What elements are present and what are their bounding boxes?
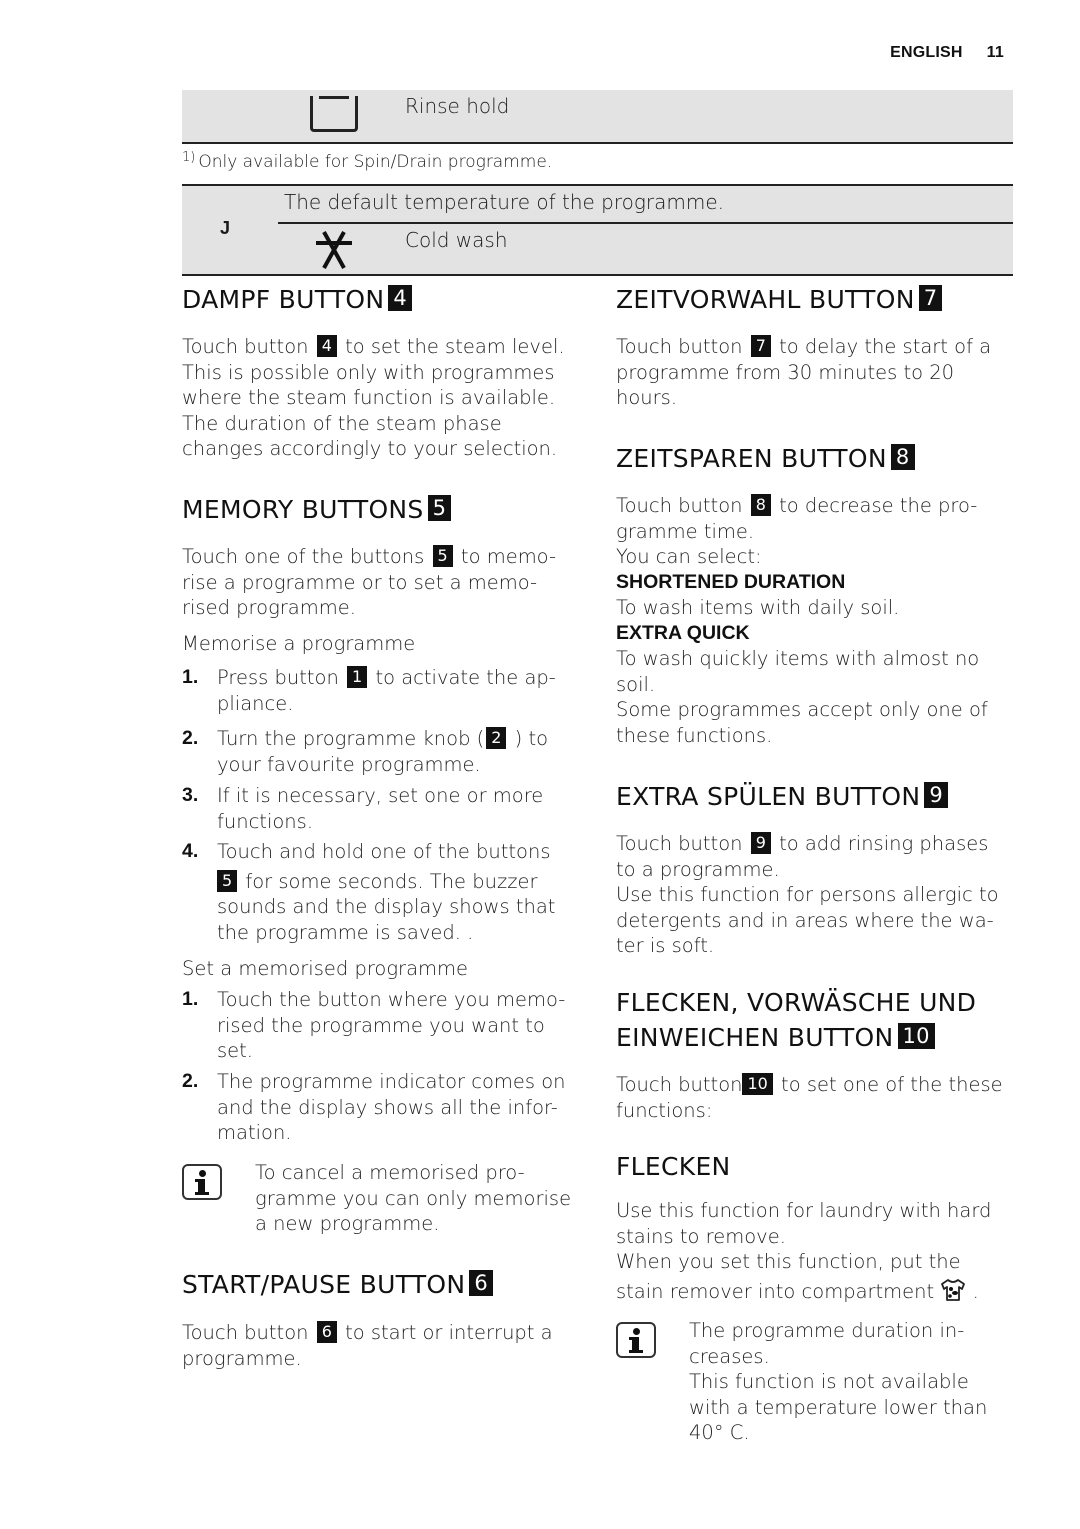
dampf-description: Touch button 4 to set the steam level. T…	[182, 335, 565, 460]
list-item: 4. Touch and hold one of the buttons 5 fo…	[182, 840, 556, 944]
rinse-hold-label: Rinse hold	[405, 94, 510, 118]
default-temperature-text: The default temperature of the programme…	[284, 190, 724, 214]
flecken-description: Use this function for laundry with hard …	[616, 1199, 992, 1303]
info-icon	[616, 1322, 656, 1358]
footnote-text: Only available for Spin/Drain programme.	[198, 152, 553, 172]
button-number-badge: 9	[750, 832, 771, 854]
memorise-heading: Memorise a programme	[182, 632, 416, 655]
button-number-badge: 7	[750, 335, 771, 357]
shortened-duration-text: To wash items with daily soil.	[616, 596, 900, 619]
list-item: 2. The programme indicator comes on and t…	[182, 1070, 566, 1144]
list-item: 1. Press button 1 to activate the ap-pli…	[182, 666, 556, 715]
button-number-badge: 2	[486, 727, 507, 749]
flecken-group-description: Touch button 10 to set one of the these f…	[616, 1073, 1003, 1122]
extra-spuelen-button-heading: EXTRA SPÜLEN BUTTON 9	[616, 779, 950, 814]
zeitvorwahl-button-heading: ZEITVORWAHL BUTTON 7	[616, 282, 944, 317]
list-item: 2. Turn the programme knob (2 ) to your f…	[182, 727, 549, 776]
extra-spuelen-description: Touch button 9 to add rinsing phases to …	[616, 832, 999, 957]
zeitsparen-button-heading: ZEITSPAREN BUTTON 8	[616, 441, 917, 476]
button-number-badge: 4	[316, 335, 337, 357]
table-row-temperature: J The default temperature of the program…	[182, 184, 1013, 276]
button-number-badge: 5	[432, 545, 453, 567]
start-pause-button-heading: START/PAUSE BUTTON 6	[182, 1267, 495, 1302]
button-number-badge: 9	[924, 782, 949, 808]
start-pause-description: Touch button 6 to start or interrupt a p…	[182, 1321, 553, 1370]
flecken-heading: FLECKEN	[616, 1152, 731, 1181]
button-number-badge: 6	[469, 1270, 494, 1296]
info-icon	[182, 1164, 222, 1200]
set-memorised-heading: Set a memorised programme	[182, 957, 469, 980]
list-item: 1. Touch the button where you memo-rised…	[182, 988, 566, 1062]
memory-intro: Touch one of the buttons 5 to memo- rise…	[182, 545, 557, 619]
shortened-duration-title: SHORTENED DURATION	[616, 571, 846, 593]
extra-quick-text: To wash quickly items with almost no soi…	[616, 647, 988, 747]
page-header: ENGLISH 11	[890, 44, 1004, 62]
row-divider	[278, 222, 1013, 224]
footnote-marker: 1)	[182, 150, 196, 165]
stain-remover-compartment-icon	[941, 1278, 966, 1301]
button-number-badge: 6	[316, 1321, 337, 1343]
memory-buttons-heading: MEMORY BUTTONS 5	[182, 492, 453, 527]
button-number-badge: 5	[427, 495, 452, 521]
button-number-badge: 10	[897, 1023, 935, 1049]
button-number-badge: 4	[388, 285, 413, 311]
button-number-badge: 5	[217, 869, 238, 892]
table-row-rinse-hold: Rinse hold	[182, 90, 1013, 144]
info-note-text: The programme duration in- creases. This…	[689, 1319, 988, 1444]
info-note-text: To cancel a memorised pro- gramme you ca…	[255, 1161, 572, 1235]
temperature-key: J	[220, 218, 231, 238]
zeitsparen-description: Touch button 8 to decrease the pro- gram…	[616, 494, 978, 568]
cold-wash-icon	[316, 231, 352, 269]
button-number-badge: 1	[347, 666, 368, 688]
button-number-badge: 8	[750, 494, 771, 516]
language-label: ENGLISH	[890, 44, 963, 61]
cold-wash-label: Cold wash	[405, 228, 508, 252]
dampf-button-heading: DAMPF BUTTON 4	[182, 282, 414, 317]
button-number-badge: 8	[890, 444, 915, 470]
extra-quick-title: EXTRA QUICK	[616, 622, 750, 644]
page-number: 11	[986, 44, 1004, 61]
rinse-hold-icon	[310, 96, 358, 132]
button-number-badge: 7	[918, 285, 943, 311]
button-number-badge: 10	[742, 1073, 773, 1095]
footnote: 1) Only available for Spin/Drain programm…	[182, 150, 552, 172]
zeitvorwahl-description: Touch button 7 to delay the start of a p…	[616, 335, 992, 409]
flecken-vorwaesche-einweichen-heading: FLECKEN, VORWÄSCHE UND EINWEICHEN BUTTON…	[616, 988, 977, 1052]
list-item: 3. If it is necessary, set one or more fu…	[182, 784, 544, 833]
